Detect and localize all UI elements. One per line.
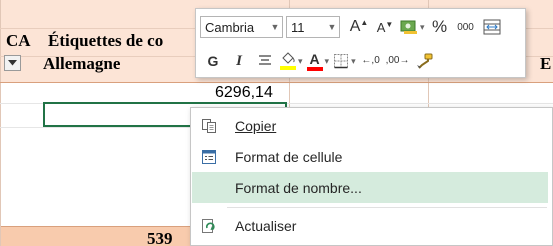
menu-item-copy[interactable]: Copier (192, 110, 548, 141)
font-name-combobox[interactable]: Cambria ▼ (200, 16, 283, 38)
column-gridline (0, 0, 1, 246)
menu-item-label: Actualiser (235, 217, 297, 234)
bold-label: G (207, 53, 219, 69)
comma-style-button[interactable]: 000 (455, 15, 477, 39)
chevron-down-icon[interactable]: ▼ (268, 17, 282, 37)
increase-decimal-label: ,0 (371, 55, 380, 66)
merge-center-icon (483, 19, 501, 35)
accounting-format-button[interactable] (400, 15, 425, 39)
align-center-icon (259, 55, 271, 65)
font-size-value: 11 (291, 19, 305, 35)
next-column-label: E (540, 54, 552, 73)
column-labels-header[interactable]: Étiquettes de co (48, 31, 163, 51)
filter-dropdown-button[interactable] (4, 55, 21, 71)
pivot-value-header[interactable]: CA (6, 31, 31, 51)
decrease-decimal-button[interactable]: ,00→ (386, 49, 410, 73)
menu-item-refresh[interactable]: Actualiser (192, 210, 548, 241)
font-color-letter: A (309, 50, 320, 67)
menu-item-label: Format de nombre... (235, 179, 362, 196)
italic-button[interactable]: I (228, 49, 250, 73)
context-menu: Copier Format de cellule Format de nombr… (190, 107, 553, 246)
percent-style-button[interactable]: % (429, 15, 451, 39)
mini-toolbar: Cambria ▼ 11 ▼ A▲ A▼ % 000 (195, 8, 526, 78)
accounting-format-icon (400, 20, 417, 34)
percent-label: % (431, 17, 448, 36)
bold-button[interactable]: G (202, 49, 224, 73)
menu-item-label: Copier (235, 118, 276, 134)
borders-icon (334, 54, 349, 69)
merge-center-button[interactable] (481, 15, 503, 39)
decrease-decimal-icon: ,00→ (385, 55, 410, 66)
italic-label: I (236, 52, 242, 69)
menu-item-number-format[interactable]: Format de nombre... (192, 172, 548, 203)
country-column-label[interactable]: Allemagne (43, 54, 120, 74)
decrease-font-size-button[interactable]: A▼ (374, 15, 396, 39)
grow-font-icon: A▲ (349, 18, 369, 35)
paint-bucket-icon (280, 52, 296, 70)
font-size-combobox[interactable]: 11 ▼ (286, 16, 340, 38)
fill-color-button[interactable] (280, 49, 303, 73)
format-cells-icon (200, 148, 218, 166)
menu-item-format-cells[interactable]: Format de cellule (192, 141, 548, 172)
increase-font-size-button[interactable]: A▲ (348, 15, 370, 39)
chevron-down-icon[interactable]: ▼ (325, 17, 339, 37)
menu-item-text: Copier (235, 117, 277, 134)
font-name-value: Cambria (205, 19, 255, 35)
font-color-button[interactable]: A (306, 49, 330, 73)
mini-toolbar-row-2: G I A (200, 49, 436, 73)
cell-value[interactable]: 6296,14 (215, 84, 273, 102)
borders-button[interactable] (333, 49, 356, 73)
shrink-font-icon: A▼ (376, 19, 394, 35)
row-gridline (0, 82, 553, 83)
copy-icon (200, 117, 218, 135)
format-painter-button[interactable] (414, 49, 436, 73)
center-align-button[interactable] (254, 49, 276, 73)
mini-toolbar-row-1: Cambria ▼ 11 ▼ A▲ A▼ % 000 (200, 15, 503, 39)
thousands-label: 000 (457, 21, 474, 33)
chevron-down-icon (8, 60, 17, 66)
menu-item-label: Format de cellule (235, 148, 343, 165)
grand-total-value: 539 (147, 229, 173, 246)
refresh-icon (200, 217, 218, 235)
grow-font-letter: A (349, 18, 361, 35)
increase-decimal-button[interactable]: ←,0 (360, 49, 382, 73)
decrease-decimal-label: ,00 (385, 55, 400, 66)
menu-separator (227, 207, 547, 208)
increase-decimal-icon: ←,0 (361, 55, 380, 66)
font-color-icon: A (306, 50, 323, 71)
format-painter-icon (416, 53, 432, 69)
